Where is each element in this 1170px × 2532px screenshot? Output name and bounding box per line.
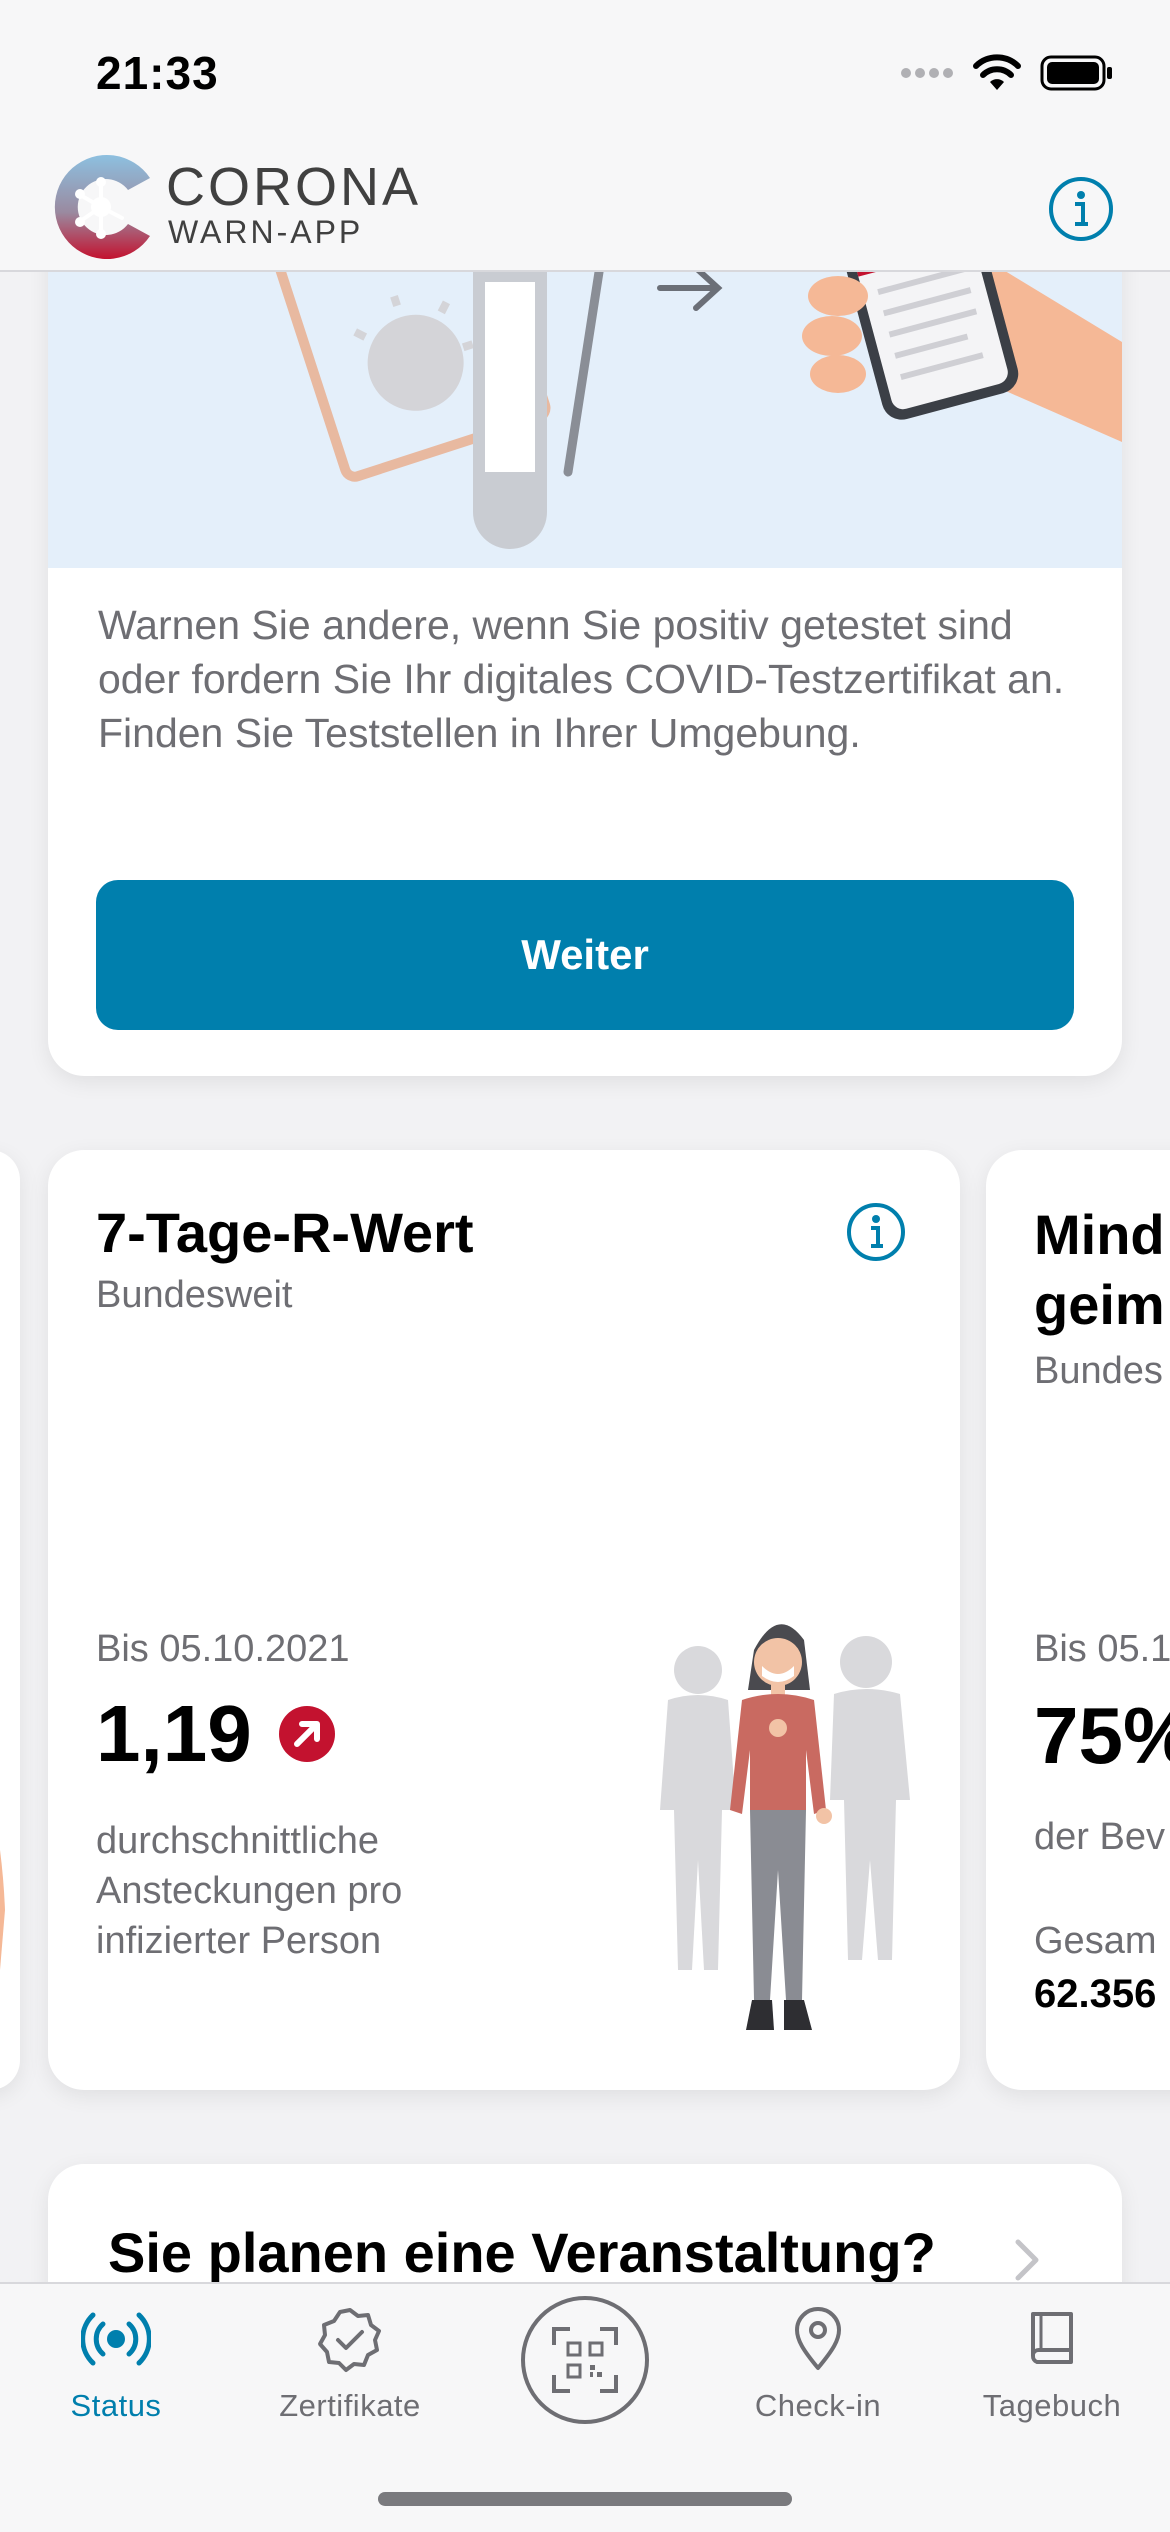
stat-card-previous[interactable] [0, 1150, 20, 2090]
broadcast-icon [81, 2312, 151, 2366]
app-title: CORONA [166, 157, 422, 217]
event-card[interactable]: Sie planen eine Veranstaltung? [48, 2164, 1122, 2282]
location-pin-icon [795, 2307, 841, 2370]
corona-warn-app-logo-icon [54, 155, 150, 259]
vaccination-total-value: 62.356 [1034, 1972, 1157, 2016]
info-icon[interactable] [1048, 176, 1114, 242]
r-value-date: Bis 05.10.2021 [96, 1628, 350, 1670]
people-illustration [660, 1624, 910, 2030]
vaccination-title: Mind geim [1034, 1200, 1170, 1340]
app-subtitle: WARN-APP [168, 214, 364, 250]
trend-up-icon [278, 1706, 335, 1762]
weiter-button[interactable]: Weiter [96, 880, 1074, 1030]
battery-icon [1040, 55, 1112, 91]
r-value-subtitle: Bundesweit [96, 1274, 293, 1316]
r-value-number: 1,19 [96, 1689, 252, 1778]
r-value-card[interactable]: 7-Tage-R-Wert Bundesweit Bis 05.10.2021 … [48, 1150, 960, 2090]
stat-card-previous-illustration [0, 1850, 5, 1970]
vaccination-percent: 75% [1034, 1691, 1170, 1780]
tab-check-in-label: Check-in [754, 2388, 882, 2423]
qr-scan-icon [552, 2327, 618, 2393]
tab-status-label: Status [70, 2388, 162, 2423]
test-illustration [48, 272, 1122, 568]
certificate-badge-icon [318, 2308, 381, 2372]
status-bar: 21:33 [0, 0, 1170, 140]
vaccination-description: der Bev [1034, 1816, 1165, 1858]
vaccination-total-label: Gesam [1034, 1920, 1157, 1962]
tab-zertifikate-label: Zertifikate [279, 2388, 421, 2423]
vaccination-date: Bis 05.1 [1034, 1628, 1170, 1670]
wifi-icon [973, 54, 1021, 90]
r-value-description: durchschnittliche Ansteckungen pro infiz… [96, 1820, 403, 1962]
tab-zertifikate[interactable]: Zertifikate [240, 2304, 460, 2454]
tab-status[interactable]: Status [6, 2304, 226, 2454]
test-card-description: Warnen Sie andere, wenn Sie positiv gete… [98, 602, 1065, 756]
status-time: 21:33 [96, 47, 219, 99]
tab-tagebuch-label: Tagebuch [982, 2388, 1122, 2423]
home-scroll-content[interactable]: Warnen Sie andere, wenn Sie positiv gete… [0, 272, 1170, 2282]
qr-scan-button[interactable] [521, 2296, 649, 2424]
event-card-title: Sie planen eine Veranstaltung? [108, 2221, 936, 2282]
test-card: Warnen Sie andere, wenn Sie positiv gete… [48, 272, 1122, 1076]
book-icon [1031, 2312, 1073, 2364]
r-value-row: 1,19 [96, 1688, 336, 1780]
r-value-info-icon[interactable] [846, 1202, 906, 1262]
vaccination-card[interactable]: Mind geim Bundes Bis 05.1 75% der Bev Ge… [986, 1150, 1170, 2090]
app-header: CORONA WARN-APP [0, 140, 1170, 272]
vaccination-title-line2: geim [1034, 1273, 1165, 1336]
cellular-signal-icon [901, 68, 953, 78]
status-icons [900, 54, 1114, 92]
home-indicator[interactable] [378, 2492, 792, 2506]
vaccination-subtitle: Bundes [1034, 1350, 1163, 1392]
r-value-title: 7-Tage-R-Wert [96, 1201, 474, 1264]
vaccination-title-line1: Mind [1034, 1203, 1165, 1266]
chevron-right-icon [1015, 2239, 1039, 2281]
tab-tagebuch[interactable]: Tagebuch [942, 2304, 1162, 2454]
tab-check-in[interactable]: Check-in [708, 2304, 928, 2454]
